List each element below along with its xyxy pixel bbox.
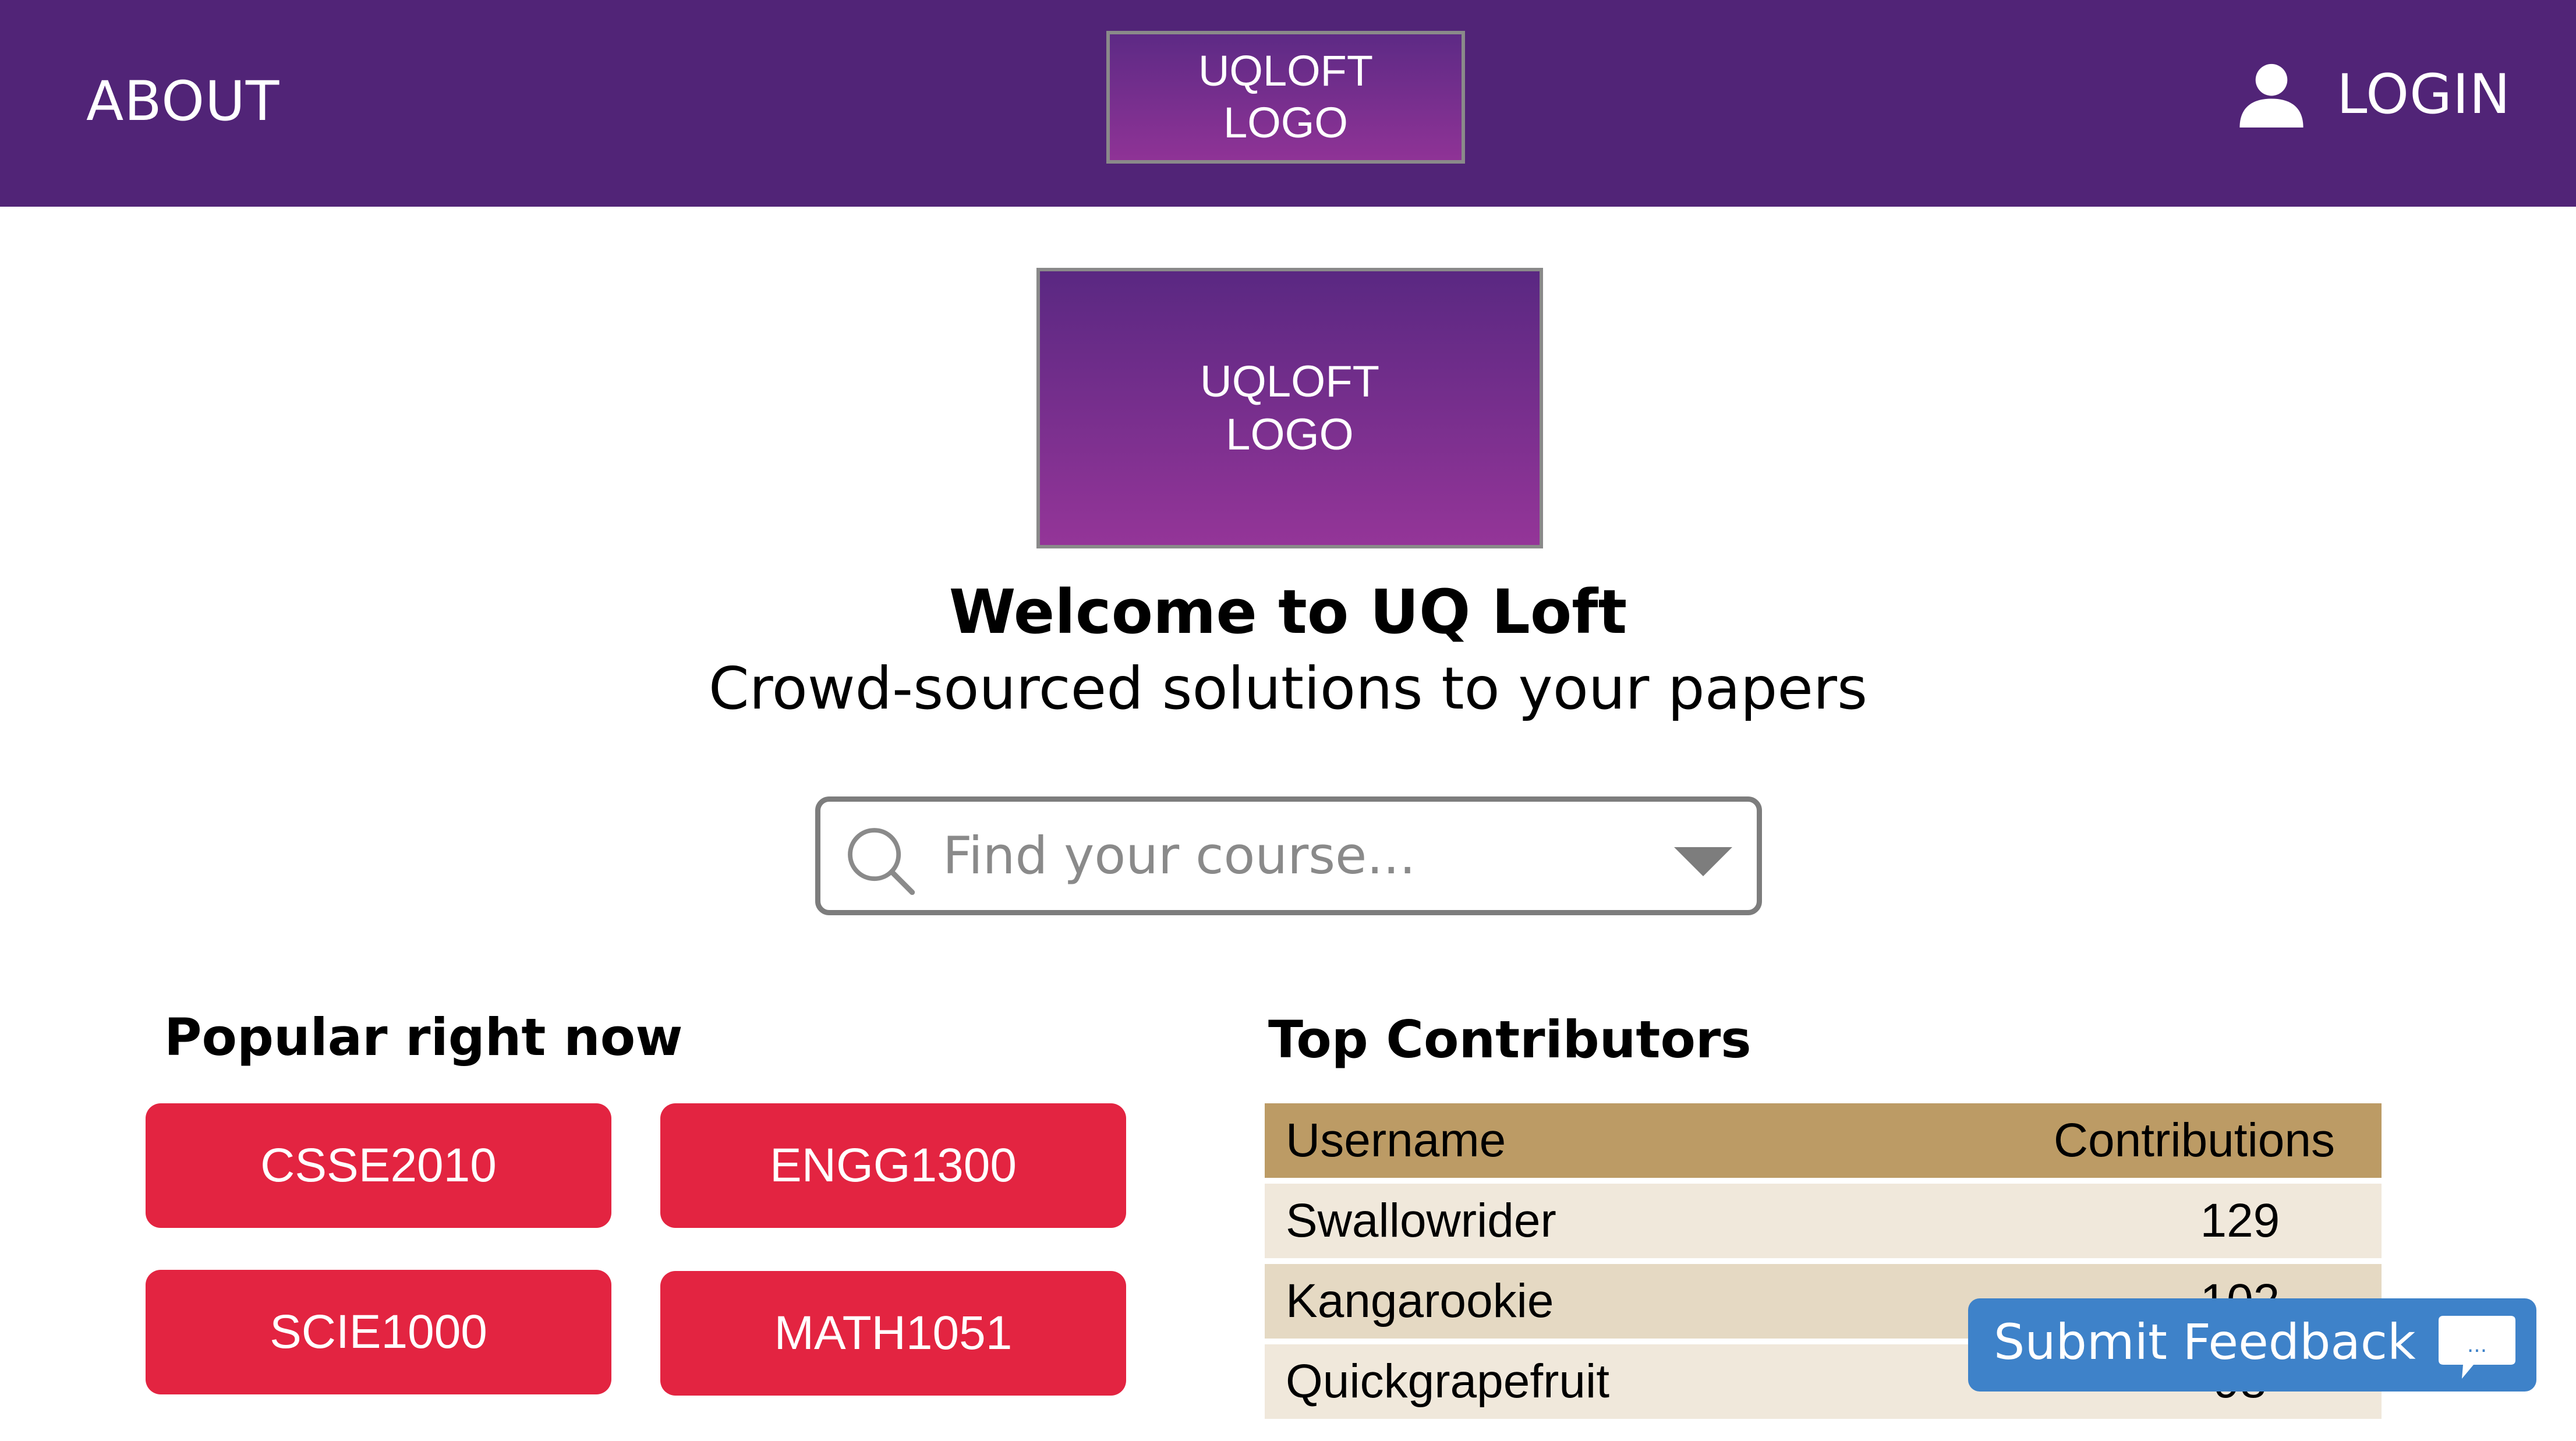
username-cell: Quickgrapefruit <box>1265 1341 1758 1425</box>
course-search-box[interactable] <box>815 796 1762 915</box>
header-logo-line1: UQLOFT <box>1198 47 1374 95</box>
submit-feedback-button[interactable]: Submit Feedback ... <box>1968 1298 2536 1392</box>
about-link[interactable]: ABOUT <box>86 70 279 133</box>
login-label: LOGIN <box>2337 62 2511 126</box>
search-icon <box>848 828 915 895</box>
contributions-cell: 129 <box>1758 1181 2382 1264</box>
header-logo[interactable]: UQLOFT LOGO <box>1106 31 1465 164</box>
course-search-input[interactable] <box>943 820 1618 890</box>
chat-bubble-text: ... <box>2467 1333 2487 1357</box>
table-row[interactable]: Swallowrider 129 <box>1265 1181 2382 1264</box>
top-nav-bar: ABOUT UQLOFT LOGO LOGIN <box>0 0 2576 207</box>
table-header-row: Username Contributions <box>1265 1103 2382 1184</box>
triangle-down-icon[interactable] <box>1674 847 1732 876</box>
feedback-label: Submit Feedback <box>1994 1313 2416 1371</box>
page-title: Welcome to UQ Loft <box>949 576 1627 647</box>
column-header-contributions: Contributions <box>1758 1103 2382 1184</box>
contributors-heading: Top Contributors <box>1268 1010 1751 1070</box>
course-button-scie1000[interactable]: SCIE1000 <box>146 1270 611 1394</box>
main-logo: UQLOFT LOGO <box>1036 268 1543 548</box>
column-header-username: Username <box>1265 1103 1758 1184</box>
chat-bubble-icon: ... <box>2439 1316 2515 1379</box>
main-logo-line1: UQLOFT <box>1199 356 1380 406</box>
course-button-csse2010[interactable]: CSSE2010 <box>146 1103 611 1228</box>
main-logo-line2: LOGO <box>1226 410 1354 459</box>
page-subtitle: Crowd-sourced solutions to your papers <box>708 654 1868 723</box>
username-cell: Swallowrider <box>1265 1181 1758 1264</box>
user-icon <box>2239 63 2303 128</box>
course-button-engg1300[interactable]: ENGG1300 <box>660 1103 1126 1228</box>
course-button-math1051[interactable]: MATH1051 <box>660 1271 1126 1396</box>
login-button[interactable]: LOGIN <box>2235 58 2511 130</box>
header-logo-line2: LOGO <box>1223 98 1348 147</box>
popular-heading: Popular right now <box>164 1007 683 1067</box>
username-cell: Kangarookie <box>1265 1261 1758 1344</box>
